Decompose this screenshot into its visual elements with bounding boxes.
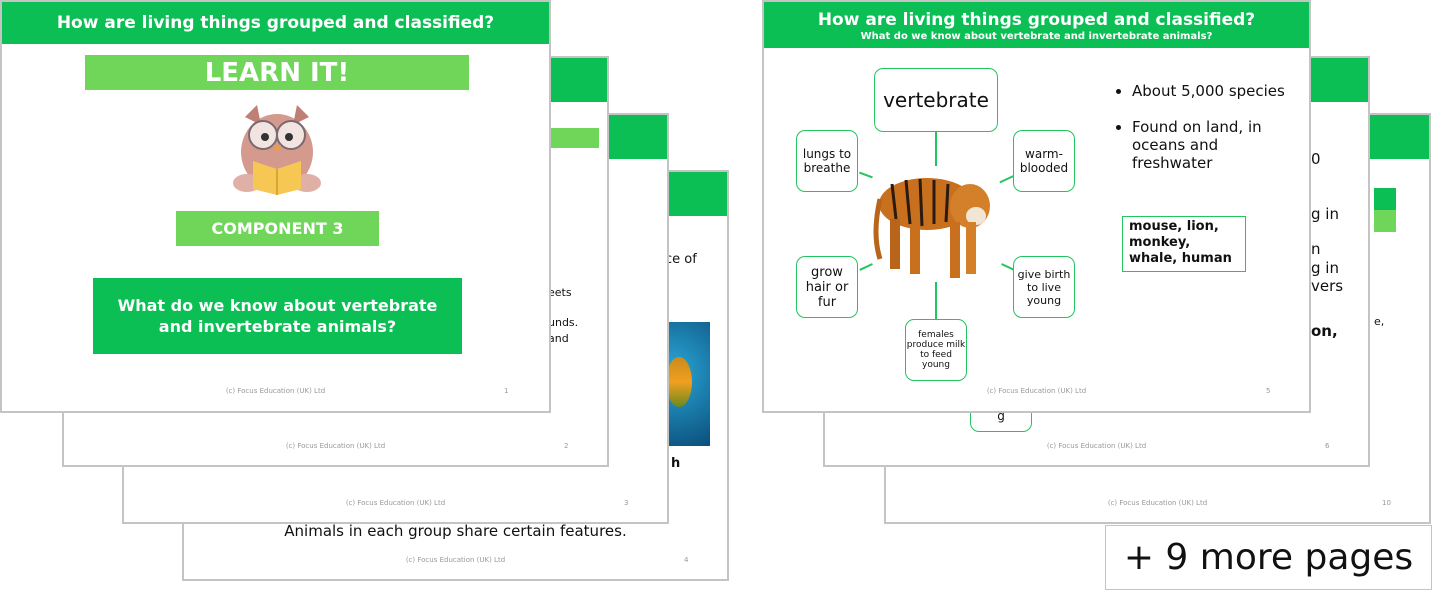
- diagram-node: give birth to live young: [1013, 256, 1075, 318]
- node-text: warm-blooded: [1019, 147, 1069, 175]
- node-text: females produce milk to feed young: [906, 330, 966, 370]
- node-text: lungs to breathe: [802, 147, 852, 175]
- slide-header: How are living things grouped and classi…: [764, 2, 1309, 48]
- more-pages-label: + 9 more pages: [1105, 525, 1432, 590]
- slide-number: 6: [1325, 442, 1330, 450]
- diagram-node: females produce milk to feed young: [905, 319, 967, 381]
- slide-footer: (c) Focus Education (UK) Ltd: [1107, 499, 1208, 507]
- slide-text: 0: [1311, 150, 1321, 168]
- slide-footer: (c) Focus Education (UK) Ltd: [225, 387, 326, 395]
- node-text: give birth to live young: [1017, 267, 1071, 307]
- diagram-node: warm-blooded: [1013, 130, 1075, 192]
- slide-footer: (c) Focus Education (UK) Ltd: [1046, 442, 1147, 450]
- slide-text: vers: [1311, 277, 1344, 295]
- slide-number: 4: [684, 556, 689, 564]
- node-text: grow hair or fur: [805, 264, 849, 310]
- connector: [935, 282, 937, 320]
- slide-text: ce of: [665, 252, 697, 267]
- slide-text: h: [671, 456, 681, 471]
- slide-header: How are living things grouped and classi…: [2, 2, 549, 44]
- slide-title: How are living things grouped and classi…: [817, 10, 1256, 30]
- slide-text: Animals in each group share certain feat…: [284, 522, 627, 540]
- fact-item: About 5,000 species: [1132, 82, 1302, 100]
- question-box: What do we know about vertebrate and inv…: [93, 278, 462, 354]
- connector: [859, 171, 873, 178]
- learn-it-banner: LEARN IT!: [85, 55, 469, 90]
- connector: [859, 263, 873, 271]
- slide-number: 2: [564, 442, 569, 450]
- title-bar: [1374, 188, 1396, 210]
- fact-list: About 5,000 species Found on land, in oc…: [1112, 82, 1302, 172]
- learn-bar: [544, 128, 599, 148]
- slide-number: 3: [624, 499, 629, 507]
- slide-text: e,: [1374, 315, 1385, 328]
- slide-number: 5: [1266, 387, 1271, 395]
- node-text: vertebrate: [883, 88, 989, 112]
- diagram-node: lungs to breathe: [796, 130, 858, 192]
- component-label: COMPONENT 3: [176, 211, 379, 246]
- owl-reading-icon: [233, 105, 321, 195]
- slide-text: on,: [1311, 322, 1338, 340]
- slide-subtitle: What do we know about vertebrate and inv…: [860, 31, 1213, 42]
- slide-footer: (c) Focus Education (UK) Ltd: [345, 499, 446, 507]
- slide-5[interactable]: How are living things grouped and classi…: [762, 0, 1311, 413]
- tiger-image: [873, 178, 990, 278]
- slide-number: 1: [504, 387, 509, 395]
- slide-footer: (c) Focus Education (UK) Ltd: [986, 387, 1087, 395]
- slide-text: eets: [548, 286, 572, 299]
- slide-text: unds.: [548, 316, 579, 329]
- slide-1[interactable]: How are living things grouped and classi…: [0, 0, 551, 413]
- connector: [935, 130, 937, 166]
- slide-footer: (c) Focus Education (UK) Ltd: [405, 556, 506, 564]
- slide-text: g in: [1311, 259, 1339, 277]
- title-bar: [1374, 210, 1396, 232]
- slide-footer: (c) Focus Education (UK) Ltd: [285, 442, 386, 450]
- slide-text: n: [1311, 240, 1321, 258]
- vertebrate-node: vertebrate: [874, 68, 998, 132]
- diagram-node: grow hair or fur: [796, 256, 858, 318]
- examples-box: mouse, lion, monkey, whale, human: [1122, 216, 1246, 272]
- slide-number: 10: [1382, 499, 1391, 507]
- fact-item: Found on land, in oceans and freshwater: [1132, 118, 1302, 172]
- slide-text: and: [548, 332, 569, 345]
- slide-text: g in: [1311, 205, 1339, 223]
